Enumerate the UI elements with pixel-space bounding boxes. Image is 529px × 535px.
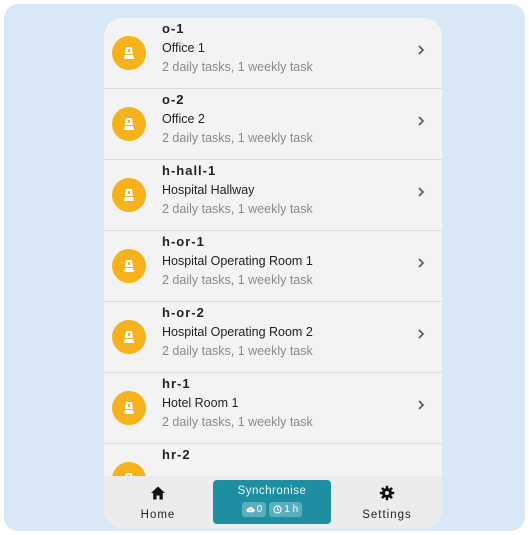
room-name: Office 1 bbox=[162, 41, 205, 55]
room-code: o-1 bbox=[162, 21, 185, 36]
broom-icon bbox=[112, 320, 146, 354]
last-sync-time: 1 h bbox=[284, 504, 299, 515]
chevron-right-icon bbox=[418, 329, 425, 339]
gear-icon bbox=[379, 485, 395, 501]
synchronise-label: Synchronise bbox=[237, 485, 307, 497]
chevron-right-icon bbox=[418, 400, 425, 410]
pending-badge: 0 bbox=[241, 502, 267, 517]
list-item-room[interactable]: hr-1 Hotel Room 1 2 daily tasks, 1 weekl… bbox=[104, 372, 442, 444]
room-code: h-hall-1 bbox=[162, 163, 217, 178]
broom-icon bbox=[112, 391, 146, 425]
room-name: Hospital Operating Room 2 bbox=[162, 325, 313, 339]
broom-icon bbox=[112, 36, 146, 70]
broom-icon bbox=[112, 178, 146, 212]
home-label: Home bbox=[140, 509, 176, 521]
chevron-right-icon bbox=[418, 45, 425, 55]
room-code: o-2 bbox=[162, 92, 185, 107]
room-tasks: 2 daily tasks, 1 weekly task bbox=[162, 131, 313, 145]
synchronise-button[interactable]: Synchronise 0 1 h bbox=[213, 480, 331, 524]
pending-count: 0 bbox=[256, 504, 263, 515]
room-tasks: 2 daily tasks, 1 weekly task bbox=[162, 415, 313, 429]
broom-icon bbox=[112, 107, 146, 141]
room-name: Office 2 bbox=[162, 112, 205, 126]
home-icon bbox=[151, 486, 165, 500]
room-name: Hospital Operating Room 1 bbox=[162, 254, 313, 268]
list-item-room[interactable]: o-2 Office 2 2 daily tasks, 1 weekly tas… bbox=[104, 88, 442, 160]
bottom-nav: Home Synchronise 0 1 h Settings bbox=[104, 476, 442, 528]
room-tasks: 2 daily tasks, 1 weekly task bbox=[162, 202, 313, 216]
chevron-right-icon bbox=[418, 258, 425, 268]
broom-icon bbox=[112, 249, 146, 283]
chevron-right-icon bbox=[418, 187, 425, 197]
cloud-upload-icon bbox=[246, 506, 255, 513]
settings-label: Settings bbox=[362, 509, 412, 521]
room-name: Hospital Hallway bbox=[162, 183, 255, 197]
room-list[interactable]: o-1 Office 1 2 daily tasks, 1 weekly tas… bbox=[104, 18, 442, 476]
list-item-room[interactable]: h-or-1 Hospital Operating Room 1 2 daily… bbox=[104, 230, 442, 302]
room-name: Hotel Room 1 bbox=[162, 396, 239, 410]
list-item-room[interactable]: o-1 Office 1 2 daily tasks, 1 weekly tas… bbox=[104, 18, 442, 89]
room-tasks: 2 daily tasks, 1 weekly task bbox=[162, 60, 313, 74]
clock-icon bbox=[273, 505, 282, 514]
room-tasks: 2 daily tasks, 1 weekly task bbox=[162, 344, 313, 358]
list-item-room[interactable]: h-or-2 Hospital Operating Room 2 2 daily… bbox=[104, 301, 442, 373]
phone-screen: o-1 Office 1 2 daily tasks, 1 weekly tas… bbox=[104, 18, 442, 528]
room-code: h-or-1 bbox=[162, 234, 205, 249]
broom-icon bbox=[112, 462, 146, 476]
settings-button[interactable]: Settings bbox=[337, 476, 437, 528]
list-item-room[interactable]: h-hall-1 Hospital Hallway 2 daily tasks,… bbox=[104, 159, 442, 231]
home-button[interactable]: Home bbox=[108, 476, 208, 528]
room-code: h-or-2 bbox=[162, 305, 205, 320]
room-code: hr-1 bbox=[162, 376, 191, 391]
room-code: hr-2 bbox=[162, 447, 191, 462]
room-tasks: 2 daily tasks, 1 weekly task bbox=[162, 273, 313, 287]
last-sync-badge: 1 h bbox=[269, 502, 303, 517]
chevron-right-icon bbox=[418, 116, 425, 126]
sync-status: 0 1 h bbox=[213, 502, 331, 517]
app-frame: o-1 Office 1 2 daily tasks, 1 weekly tas… bbox=[4, 4, 525, 531]
list-item-room[interactable]: hr-2 bbox=[104, 443, 442, 476]
